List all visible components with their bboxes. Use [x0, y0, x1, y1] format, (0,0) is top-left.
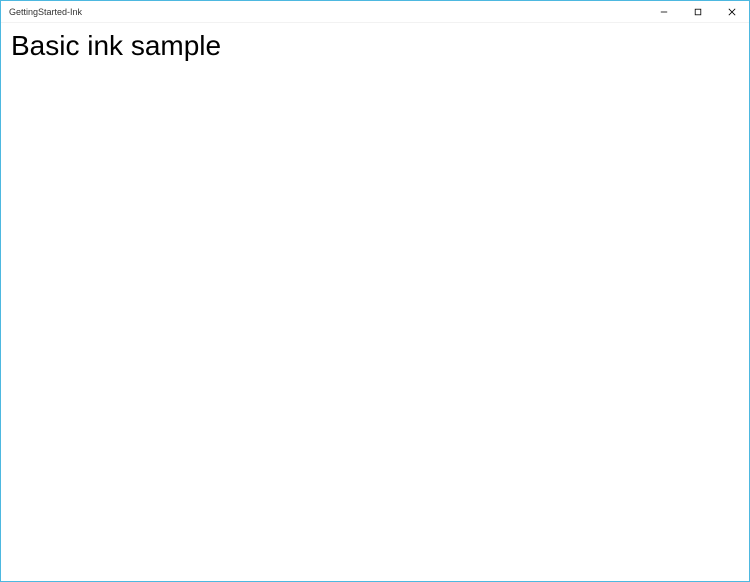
window-title: GettingStarted-Ink: [9, 7, 82, 17]
titlebar: GettingStarted-Ink: [1, 1, 749, 23]
close-button[interactable]: [715, 1, 749, 22]
page-title: Basic ink sample: [11, 29, 739, 63]
maximize-icon: [694, 4, 702, 19]
minimize-button[interactable]: [647, 1, 681, 22]
window-controls: [647, 1, 749, 22]
ink-canvas[interactable]: [1, 73, 749, 581]
client-area: Basic ink sample: [1, 23, 749, 581]
maximize-button[interactable]: [681, 1, 715, 22]
app-window: GettingStarted-Ink Basic ink sample: [0, 0, 750, 582]
close-icon: [728, 4, 736, 19]
minimize-icon: [660, 4, 668, 19]
